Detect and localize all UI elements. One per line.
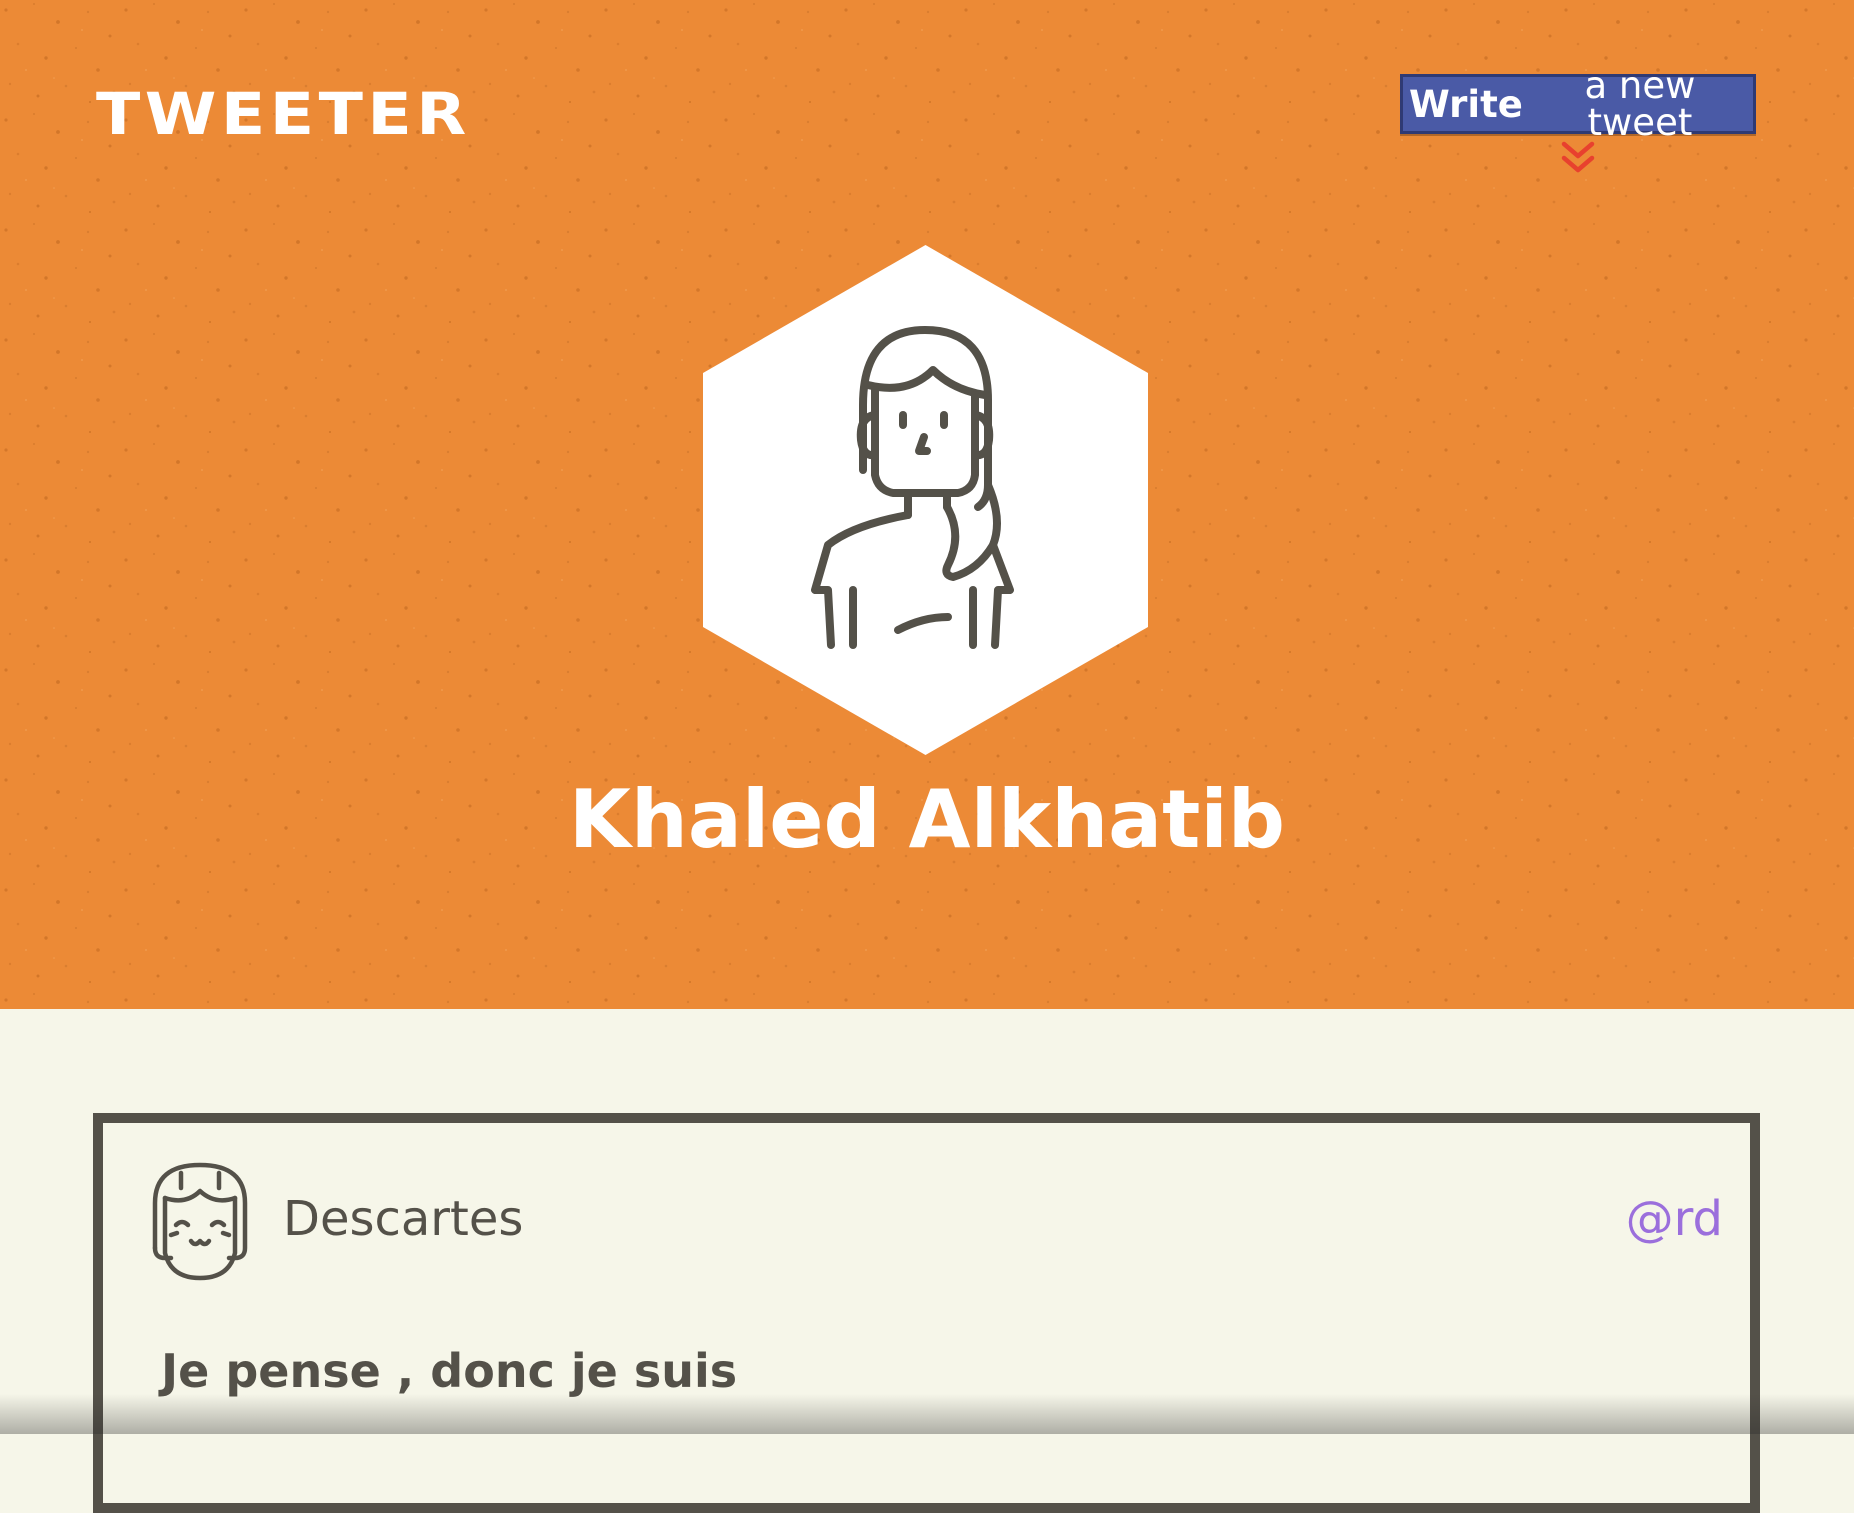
profile-header: TWEETER Write a new tweet Khaled Alkhati… [0, 0, 1854, 1009]
compose-label-rest: a new tweet [1584, 64, 1696, 144]
compose-label-bold: Write [1409, 82, 1523, 126]
tweet-text: Je pense , donc je suis [161, 1344, 738, 1398]
double-chevron-down-icon[interactable] [1558, 138, 1598, 178]
profile-name: Khaled Alkhatib [568, 773, 1286, 866]
woman-avatar-icon [703, 245, 1148, 755]
smiling-girl-avatar-icon [152, 1162, 248, 1281]
write-new-tweet-button[interactable]: Write a new tweet [1400, 67, 1756, 141]
tweet-card: Descartes @rd Je pense , donc je suis [93, 1113, 1760, 1513]
brand-logo[interactable]: TWEETER [96, 82, 471, 146]
tweet-author-name[interactable]: Descartes [283, 1191, 523, 1247]
tweet-author-handle[interactable]: @rd [1626, 1191, 1723, 1247]
